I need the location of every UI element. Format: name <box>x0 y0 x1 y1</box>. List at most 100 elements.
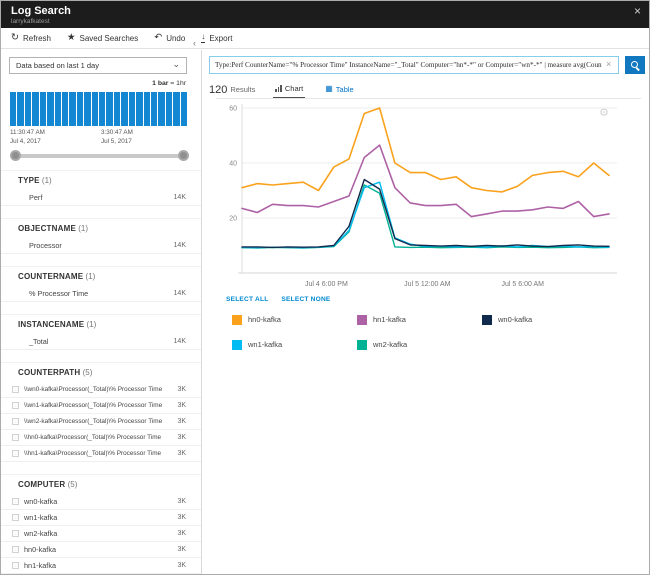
facet-item[interactable]: wn0-kafka 3K <box>1 494 201 510</box>
time-histogram[interactable] <box>10 92 188 126</box>
facet-item-label: hn0-kafka <box>24 545 57 554</box>
facet-item[interactable]: Processor 14K <box>1 238 201 254</box>
facet-item[interactable]: hn1-kafka 3K <box>1 558 201 574</box>
facet-section-type: TYPE (1) Perf 14K <box>1 170 201 206</box>
legend-label: hn1-kafka <box>373 315 406 324</box>
legend-item-wn2-kafka[interactable]: wn2-kafka <box>357 332 482 357</box>
facet-item-count: 3K <box>177 530 186 537</box>
checkbox[interactable] <box>12 402 19 409</box>
svg-text:Jul 5 12:00 AM: Jul 5 12:00 AM <box>404 281 450 288</box>
select-none-link[interactable]: SELECT NONE <box>281 296 330 303</box>
saved-searches-button[interactable]: ★ Saved Searches <box>67 33 138 43</box>
checkbox[interactable] <box>12 562 19 569</box>
histogram-bar <box>10 92 17 126</box>
facet-item[interactable]: hn0-kafka 3K <box>1 542 201 558</box>
legend-item-hn0-kafka[interactable]: hn0-kafka <box>232 307 357 332</box>
slider-handle-right[interactable] <box>178 150 189 161</box>
facet-item-count: 3K <box>177 418 186 425</box>
select-all-link[interactable]: SELECT ALL <box>226 296 268 303</box>
time-range-start: 11:30:47 AM Jul 4, 2017 <box>10 129 45 145</box>
histogram-bar <box>99 92 106 126</box>
facet-item-label: wn1-kafka <box>24 513 58 522</box>
facet-item-label: \\wn0-kafka\Processor(_Total)\% Processo… <box>24 386 163 393</box>
histogram-bar <box>24 92 32 126</box>
facet-title: COUNTERNAME (1) <box>18 272 96 281</box>
checkbox[interactable] <box>12 434 19 441</box>
facet-section-countername: COUNTERNAME (1) % Processor Time 14K <box>1 266 201 302</box>
histogram-bar <box>128 92 136 126</box>
search-button[interactable] <box>625 56 645 74</box>
legend-label: wn0-kafka <box>498 315 533 324</box>
histogram-bar <box>32 92 39 126</box>
legend-item-wn1-kafka[interactable]: wn1-kafka <box>232 332 357 357</box>
time-scope-dropdown[interactable]: Data based on last 1 day ⌄ <box>9 57 187 74</box>
facet-item-count: 14K <box>173 194 186 201</box>
facet-item[interactable]: \\wn0-kafka\Processor(_Total)\% Processo… <box>1 382 201 398</box>
refresh-button[interactable]: ↻ Refresh <box>11 33 51 43</box>
facet-item-count: 14K <box>173 290 186 297</box>
checkbox[interactable] <box>12 514 19 521</box>
results-line-chart[interactable]: 20 40 60 Jul 4 6:00 PM Jul 5 12:00 AM Jul 5 6… <box>217 100 641 295</box>
time-range-end: 3:30:47 AM Jul 5, 2017 <box>101 129 133 145</box>
legend-item-hn1-kafka[interactable]: hn1-kafka <box>357 307 482 332</box>
facet-item-count: 3K <box>177 434 186 441</box>
legend-label: wn1-kafka <box>248 340 283 349</box>
slider-handle-left[interactable] <box>10 150 21 161</box>
facet-item-label: \\hn1-kafka\Processor(_Total)\% Processo… <box>24 450 162 457</box>
facet-item[interactable]: \\hn1-kafka\Processor(_Total)\% Processo… <box>1 446 201 462</box>
facet-item[interactable]: wn2-kafka 3K <box>1 526 201 542</box>
tab-table[interactable]: ▦ Table <box>323 82 356 98</box>
histogram-bar <box>151 92 158 126</box>
histogram-bar <box>54 92 61 126</box>
close-icon[interactable]: × <box>634 5 641 17</box>
legend-swatch <box>357 314 367 325</box>
collapse-sidebar-icon[interactable]: ‹ <box>193 39 196 48</box>
facet-item[interactable]: wn1-kafka 3K <box>1 510 201 526</box>
checkbox[interactable] <box>12 530 19 537</box>
facet-item[interactable]: \\hn0-kafka\Processor(_Total)\% Processo… <box>1 430 201 446</box>
histogram-bar <box>158 92 165 126</box>
facet-title: TYPE (1) <box>18 176 52 185</box>
facet-item[interactable]: \\wn1-kafka\Processor(_Total)\% Processo… <box>1 398 201 414</box>
facet-item[interactable]: \\wn2-kafka\Processor(_Total)\% Processo… <box>1 414 201 430</box>
series-line-hn0-kafka <box>241 107 610 193</box>
facet-item[interactable]: Perf 14K <box>1 190 201 206</box>
time-range-slider[interactable] <box>10 150 189 161</box>
legend-swatch <box>357 339 367 350</box>
facet-title: COMPUTER (5) <box>18 480 78 489</box>
checkbox[interactable] <box>12 498 19 505</box>
tab-chart[interactable]: Chart <box>273 81 306 99</box>
histogram-bar <box>113 92 121 126</box>
divider <box>216 98 641 99</box>
histogram-bar <box>91 92 99 126</box>
series-line-hn1-kafka <box>241 144 610 218</box>
facet-item-count: 3K <box>177 450 186 457</box>
facet-item[interactable]: % Processor Time 14K <box>1 286 201 302</box>
export-button[interactable]: ↓ Export <box>201 33 232 43</box>
legend-item-wn0-kafka[interactable]: wn0-kafka <box>482 307 607 332</box>
legend-swatch <box>232 314 242 325</box>
facet-item[interactable]: _Total 14K <box>1 334 201 350</box>
facet-list: TYPE (1) Perf 14K OBJECTNAME (1) Processor 14… <box>1 170 201 574</box>
checkbox[interactable] <box>12 546 19 553</box>
results-bar: 120 Results Chart ▦ Table <box>209 81 356 99</box>
chart-legend: hn0-kafka hn1-kafka wn0-kafka wn1-kafka wn2-… <box>232 307 622 357</box>
histogram-bar <box>61 92 69 126</box>
bar-scale-label: 1 bar = 1hr <box>152 80 186 87</box>
histogram-bar <box>173 92 180 126</box>
search-input[interactable] <box>209 56 619 74</box>
clear-search-icon[interactable]: × <box>606 60 611 69</box>
checkbox[interactable] <box>12 450 19 457</box>
facet-item-label: \\wn1-kafka\Processor(_Total)\% Processo… <box>24 402 163 409</box>
results-label: Results <box>230 85 256 94</box>
histogram-bar <box>84 92 91 126</box>
results-count: 120 <box>209 83 228 96</box>
checkbox[interactable] <box>12 418 19 425</box>
refresh-icon: ↻ <box>11 32 19 44</box>
undo-button[interactable]: ↶ Undo <box>154 33 185 43</box>
checkbox[interactable] <box>12 386 19 393</box>
facet-item-count: 3K <box>177 546 186 553</box>
log-search-window: Log Search larrykafkatest × ↻ Refresh ★ … <box>0 0 650 575</box>
histogram-bar <box>106 92 113 126</box>
facet-item-count: 14K <box>173 338 186 345</box>
